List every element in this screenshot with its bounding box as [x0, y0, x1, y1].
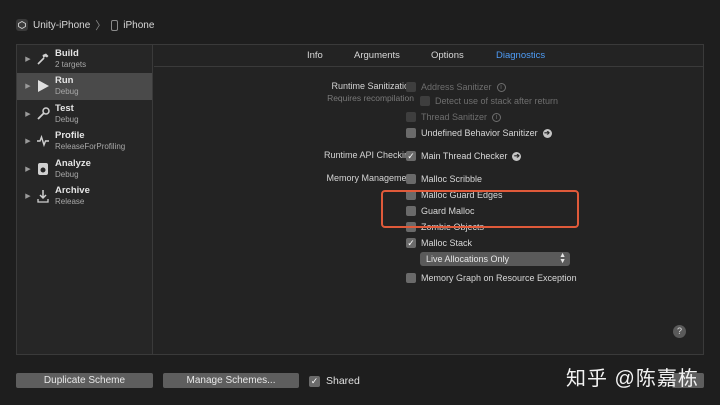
- sidebar-item-test[interactable]: ▶ Test Debug: [17, 100, 152, 128]
- arrow-right-circle-icon[interactable]: ➔: [542, 128, 552, 138]
- info-icon[interactable]: i: [492, 112, 502, 122]
- address-sanitizer-label: Address Sanitizer: [421, 82, 492, 92]
- main-thread-checker-option[interactable]: ✓ Main Thread Checker ➔: [406, 150, 522, 162]
- sidebar-item-label: Build: [55, 47, 79, 59]
- sidebar-item-sublabel: Debug: [55, 87, 79, 97]
- address-sanitizer-checkbox[interactable]: [406, 82, 416, 92]
- malloc-stack-mode-value: Live Allocations Only: [426, 254, 510, 264]
- disclosure-triangle-icon[interactable]: ▶: [21, 82, 35, 90]
- sidebar-item-build[interactable]: ▶ Build 2 targets: [17, 45, 152, 73]
- editor-tab-bar: Info Arguments Options Diagnostics: [154, 45, 703, 67]
- tab-info[interactable]: Info: [307, 50, 323, 61]
- sidebar-item-sublabel: Debug: [55, 114, 79, 124]
- breadcrumb: Unity-iPhone 〉 iPhone: [16, 16, 154, 34]
- sidebar-item-run[interactable]: ▶ Run Debug: [17, 72, 152, 100]
- scheme-actions-sidebar: ▶ Build 2 targets ▶ Run Debug ▶ Test Deb…: [17, 45, 153, 354]
- address-sanitizer-option[interactable]: Address Sanitizer i: [406, 81, 506, 93]
- sidebar-item-label: Run: [55, 75, 74, 87]
- unity-app-icon: [16, 19, 28, 31]
- iphone-device-icon: [111, 19, 119, 31]
- main-thread-checker-checkbox[interactable]: ✓: [406, 151, 416, 161]
- tab-arguments[interactable]: Arguments: [354, 50, 400, 61]
- memory-graph-label: Memory Graph on Resource Exception: [421, 273, 577, 283]
- thread-sanitizer-checkbox[interactable]: [406, 112, 416, 122]
- requires-recompilation-note: Requires recompilation: [327, 93, 414, 103]
- malloc-stack-option[interactable]: ✓ Malloc Stack: [406, 237, 472, 249]
- sidebar-item-label: Test: [55, 102, 74, 114]
- memory-graph-checkbox[interactable]: [406, 273, 416, 283]
- analyze-icon: [35, 161, 51, 177]
- duplicate-scheme-button[interactable]: Duplicate Scheme: [16, 373, 153, 388]
- detect-stack-use-option[interactable]: Detect use of stack after return: [420, 95, 558, 107]
- sidebar-item-label: Archive: [55, 185, 90, 197]
- scheme-name[interactable]: Unity-iPhone: [33, 20, 90, 31]
- undefined-behavior-option[interactable]: Undefined Behavior Sanitizer ➔: [406, 127, 552, 139]
- disclosure-triangle-icon[interactable]: ▶: [21, 165, 35, 173]
- disclosure-triangle-icon[interactable]: ▶: [21, 137, 35, 145]
- sidebar-item-sublabel: Debug: [55, 169, 79, 179]
- malloc-scribble-option[interactable]: Malloc Scribble: [406, 173, 482, 185]
- runtime-api-checking-label: Runtime API Checking: [323, 150, 414, 160]
- manage-schemes-button[interactable]: Manage Schemes...: [163, 373, 299, 388]
- tab-diagnostics[interactable]: Diagnostics: [496, 50, 545, 61]
- sidebar-item-archive[interactable]: ▶ Archive Release: [17, 183, 152, 211]
- device-name[interactable]: iPhone: [123, 20, 154, 31]
- sidebar-item-label: Analyze: [55, 157, 91, 169]
- info-icon[interactable]: i: [496, 82, 506, 92]
- help-icon[interactable]: ?: [673, 325, 686, 338]
- malloc-scribble-checkbox[interactable]: [406, 174, 416, 184]
- archive-icon: [35, 188, 51, 204]
- tab-options[interactable]: Options: [431, 50, 464, 61]
- sidebar-item-analyze[interactable]: ▶ Analyze Debug: [17, 155, 152, 183]
- disclosure-triangle-icon[interactable]: ▶: [21, 110, 35, 118]
- sidebar-item-sublabel: Release: [55, 197, 85, 207]
- disclosure-triangle-icon[interactable]: ▶: [21, 55, 35, 63]
- malloc-stack-mode-select[interactable]: Live Allocations Only ▲ ▼: [420, 252, 570, 266]
- main-thread-checker-label: Main Thread Checker: [421, 151, 508, 161]
- sidebar-item-sublabel: ReleaseForProfiling: [55, 142, 126, 152]
- shared-label: Shared: [326, 375, 360, 387]
- shared-checkbox[interactable]: ✓: [309, 375, 320, 387]
- detect-stack-use-label: Detect use of stack after return: [435, 96, 559, 106]
- play-icon: [35, 78, 51, 94]
- instruments-icon: [35, 133, 51, 149]
- memory-graph-option[interactable]: Memory Graph on Resource Exception: [406, 272, 577, 284]
- undefined-behavior-label: Undefined Behavior Sanitizer: [421, 128, 538, 138]
- sidebar-item-sublabel: 2 targets: [55, 59, 87, 69]
- disclosure-triangle-icon[interactable]: ▶: [21, 192, 35, 200]
- malloc-stack-label: Malloc Stack: [421, 238, 473, 248]
- memory-management-label: Memory Management: [326, 173, 414, 183]
- malloc-stack-checkbox[interactable]: ✓: [406, 238, 416, 248]
- malloc-scribble-label: Malloc Scribble: [421, 174, 483, 184]
- shared-option[interactable]: ✓ Shared: [309, 375, 360, 387]
- thread-sanitizer-option[interactable]: Thread Sanitizer i: [406, 111, 502, 123]
- thread-sanitizer-label: Thread Sanitizer: [421, 112, 488, 122]
- sidebar-item-profile[interactable]: ▶ Profile ReleaseForProfiling: [17, 128, 152, 156]
- annotation-highlight-box: [381, 190, 579, 228]
- detect-stack-use-checkbox[interactable]: [420, 96, 430, 106]
- hammer-icon: [35, 51, 51, 67]
- breadcrumb-chevron-icon: 〉: [95, 20, 107, 32]
- sidebar-item-label: Profile: [55, 130, 85, 142]
- wrench-icon: [35, 106, 51, 122]
- arrow-right-circle-icon[interactable]: ➔: [512, 151, 522, 161]
- runtime-sanitization-label: Runtime Sanitization: [331, 81, 414, 91]
- undefined-behavior-checkbox[interactable]: [406, 128, 416, 138]
- watermark: 知乎 @陈嘉栋: [566, 368, 699, 390]
- updown-chevron-icon: ▲ ▼: [559, 252, 566, 265]
